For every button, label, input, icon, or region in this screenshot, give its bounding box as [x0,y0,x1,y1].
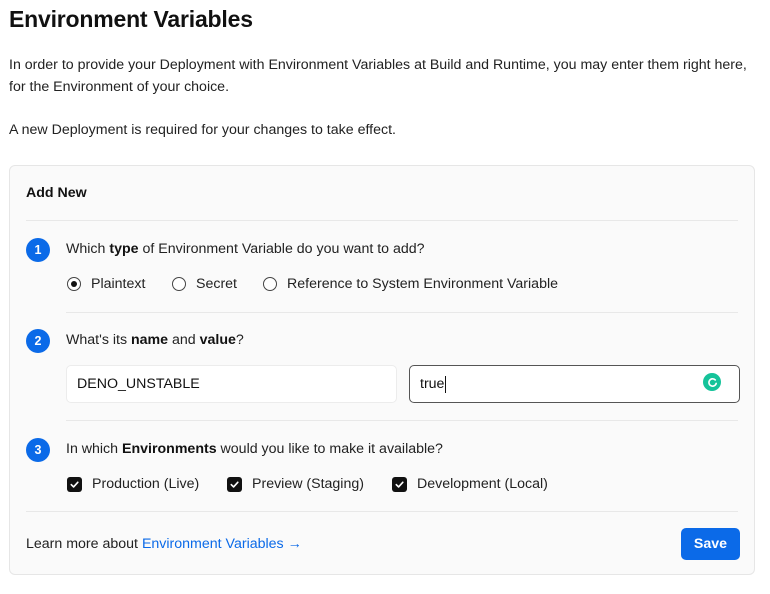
environment-variables-page: Environment Variables In order to provid… [0,0,770,594]
checkbox-label: Production (Live) [92,476,200,492]
radio-system-reference[interactable]: Reference to System Environment Variable [263,276,558,292]
checkbox-development[interactable]: Development (Local) [392,476,548,492]
step-number-badge: 2 [26,329,50,353]
checkbox-preview[interactable]: Preview (Staging) [227,476,364,492]
grammarly-glyph [707,377,717,387]
divider [66,420,738,421]
divider [26,220,738,221]
step-number-badge: 3 [26,438,50,462]
checkbox-label: Development (Local) [417,476,548,492]
radio-checked-icon [67,277,81,291]
radio-label: Plaintext [91,276,146,292]
radio-unchecked-icon [263,277,277,291]
learn-more-text: Learn more about Environment Variables → [26,536,302,552]
grammarly-icon[interactable] [703,373,721,391]
value-input[interactable]: true [409,365,740,403]
checkbox-checked-icon [392,476,407,492]
step-question: In which Environments would you like to … [66,441,443,457]
save-button[interactable]: Save [681,528,740,560]
text-caret [445,375,447,393]
environment-variables-link[interactable]: Environment Variables → [142,536,302,552]
radio-unchecked-icon [172,277,186,291]
step-question: Which type of Environment Variable do yo… [66,241,425,257]
radio-secret[interactable]: Secret [172,276,237,292]
checkbox-label: Preview (Staging) [252,476,364,492]
name-input[interactable]: DENO_UNSTABLE [66,365,397,403]
value-input-value: true [420,376,445,392]
divider [26,511,738,512]
intro-text: In order to provide your Deployment with… [9,57,747,95]
checkbox-production[interactable]: Production (Live) [67,476,199,492]
step-number-badge: 1 [26,238,50,262]
page-title: Environment Variables [9,6,253,32]
radio-label: Reference to System Environment Variable [287,276,559,292]
card-title: Add New [26,185,87,201]
redeploy-notice: A new Deployment is required for your ch… [9,122,396,138]
checkbox-checked-icon [67,476,82,492]
step-question: What's its name and value? [66,332,244,348]
radio-plaintext[interactable]: Plaintext [67,276,145,292]
add-new-card: Add New 1 Which type of Environment Vari… [9,165,755,575]
radio-label: Secret [196,276,238,292]
checkbox-checked-icon [227,476,242,492]
divider [66,312,738,313]
name-input-value: DENO_UNSTABLE [77,376,200,392]
